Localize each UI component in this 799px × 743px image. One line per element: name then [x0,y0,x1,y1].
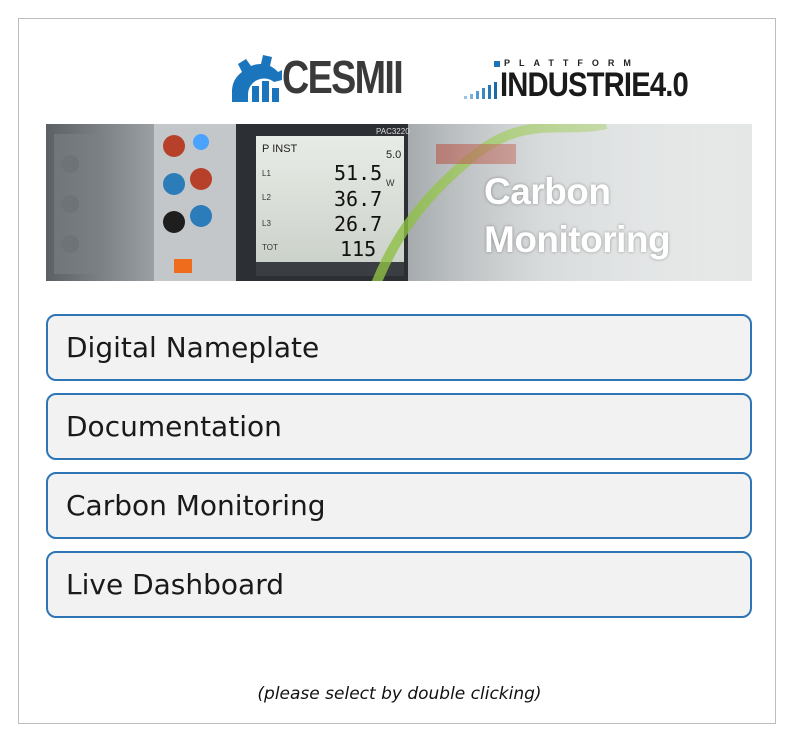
banner-title-line2: Monitoring [484,219,671,260]
meter-row-value: 51.5 [334,161,382,185]
meter-row-label: L1 [262,169,271,178]
meter-header-right: 5.0 [386,149,401,161]
banner-title: Carbon Monitoring [484,168,671,264]
live-dashboard-button[interactable]: Live Dashboard [46,551,752,618]
meter-header: P INST [262,143,298,155]
meter-unit: W [386,178,395,188]
meter-model: PAC3220 [376,127,410,136]
carbon-monitoring-banner: P INST 5.0 PAC3220 L1 51.5 L2 36.7 L3 26… [46,124,752,281]
digital-nameplate-button[interactable]: Digital Nameplate [46,314,752,381]
meter-row-label: L3 [262,219,271,228]
meter-row-label: L2 [262,193,271,202]
cesmii-logo: CESMII [228,50,428,104]
signal-bars-icon [464,82,497,99]
documentation-button[interactable]: Documentation [46,393,752,460]
banner-title-line1: Carbon [484,171,611,212]
cesmii-wordmark: CESMII [282,51,404,103]
meter-row-label: TOT [262,243,278,252]
meter-row-value: 36.7 [334,187,382,211]
meter-row-value: 26.7 [334,212,382,236]
selection-hint: (please select by double clicking) [257,684,542,704]
industrie40-logo: PLATTFORM INDUSTRIE4.0 [460,58,745,104]
carbon-monitoring-button[interactable]: Carbon Monitoring [46,472,752,539]
meter-row-value: 115 [340,237,376,261]
industrie40-wordmark: INDUSTRIE4.0 [500,66,689,104]
cesmii-gear-icon [232,55,282,102]
